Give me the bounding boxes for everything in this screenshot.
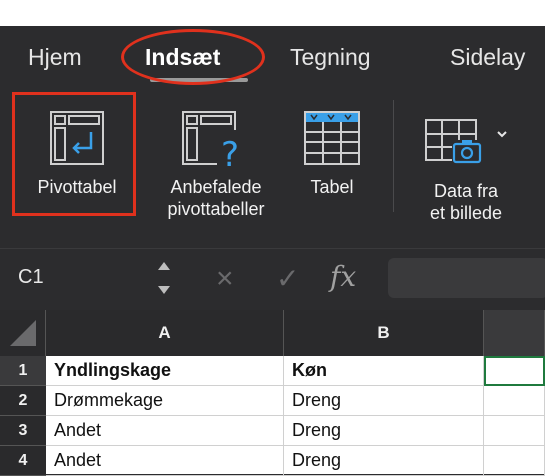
select-all-icon bbox=[9, 320, 36, 346]
column-header-a[interactable]: A bbox=[46, 310, 284, 356]
cell-b1[interactable]: Køn bbox=[284, 356, 484, 386]
pivottable-highlight-box bbox=[12, 92, 136, 216]
cell-c2[interactable] bbox=[484, 386, 545, 416]
tab-sidelayout[interactable]: Sidelay bbox=[450, 44, 525, 71]
tab-highlight-circle bbox=[121, 29, 265, 85]
chevron-down-icon[interactable] bbox=[497, 131, 507, 138]
recommended-pivottables-icon: ? bbox=[182, 111, 249, 170]
table-label: Tabel bbox=[310, 177, 354, 197]
cell-a4[interactable]: Andet bbox=[46, 446, 284, 476]
data-from-picture-line2: et billede bbox=[429, 203, 503, 223]
fx-icon[interactable]: fx bbox=[330, 260, 356, 293]
data-from-picture-button[interactable]: Data fra et billede bbox=[410, 118, 522, 224]
name-box-stepper-icon[interactable] bbox=[156, 256, 172, 300]
select-all-corner[interactable] bbox=[0, 310, 46, 356]
table-button[interactable]: Tabel bbox=[292, 110, 372, 198]
cell-a2[interactable]: Drømmekage bbox=[46, 386, 284, 416]
svg-text:?: ? bbox=[221, 135, 239, 170]
enter-icon[interactable]: ✓ bbox=[276, 262, 299, 295]
recommended-label-line2: pivottabeller bbox=[167, 199, 265, 219]
data-from-picture-icon bbox=[425, 119, 507, 164]
row-header-3[interactable]: 3 bbox=[0, 416, 46, 446]
cell-c1-active[interactable] bbox=[484, 356, 545, 386]
column-header-b[interactable]: B bbox=[284, 310, 484, 356]
column-header-c[interactable] bbox=[484, 310, 545, 356]
cell-a1[interactable]: Yndlingskage bbox=[46, 356, 284, 386]
recommended-label-line1: Anbefalede bbox=[170, 177, 262, 197]
cancel-icon[interactable]: × bbox=[216, 262, 234, 296]
row-header-4[interactable]: 4 bbox=[0, 446, 46, 476]
ribbon-separator bbox=[393, 100, 394, 212]
cell-b2[interactable]: Dreng bbox=[284, 386, 484, 416]
formula-input[interactable] bbox=[388, 258, 545, 298]
table-icon bbox=[304, 111, 360, 165]
row-header-2[interactable]: 2 bbox=[0, 386, 46, 416]
cell-c3[interactable] bbox=[484, 416, 545, 446]
row-header-1[interactable]: 1 bbox=[0, 356, 46, 386]
cell-b4[interactable]: Dreng bbox=[284, 446, 484, 476]
name-box[interactable]: C1 bbox=[18, 266, 44, 289]
tab-tegning[interactable]: Tegning bbox=[290, 44, 371, 71]
cell-b3[interactable]: Dreng bbox=[284, 416, 484, 446]
recommended-pivottables-button[interactable]: ? Anbefalede pivottabeller bbox=[146, 110, 286, 220]
tab-hjem[interactable]: Hjem bbox=[28, 44, 82, 71]
cell-a3[interactable]: Andet bbox=[46, 416, 284, 446]
data-from-picture-line1: Data fra bbox=[433, 181, 499, 201]
window-top-strip bbox=[0, 0, 545, 26]
cell-c4[interactable] bbox=[484, 446, 545, 476]
ribbon-tabs: Hjem Indsæt Tegning Sidelay bbox=[0, 26, 545, 92]
